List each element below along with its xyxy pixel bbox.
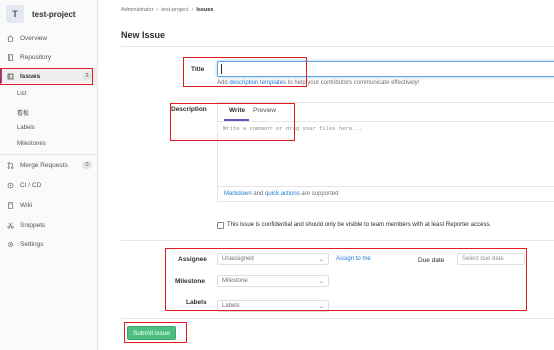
title-input[interactable] (217, 61, 554, 77)
breadcrumb-item-issues[interactable]: Issues (196, 7, 213, 13)
sidebar-item-merge-requests[interactable]: Merge Requests 0 (0, 158, 98, 172)
project-name: test-project (32, 9, 76, 19)
sidebar-item-ci-cd[interactable]: CI / CD (0, 178, 98, 192)
sidebar-item-issues[interactable]: Issues 2 (0, 69, 98, 83)
home-icon (5, 34, 15, 42)
sidebar: T test-project Overview Repository Issue… (0, 0, 98, 350)
chevron-down-icon: ⌄ (318, 304, 324, 310)
milestone-label: Milestone (175, 278, 205, 285)
assignee-dropdown[interactable]: Unassigned ⌄ (217, 253, 329, 265)
markdown-link[interactable]: Markdown (224, 191, 252, 197)
sidebar-subitem-milestones[interactable]: Milestones (17, 141, 46, 147)
editor-footer-divider (217, 186, 554, 187)
assignee-value: Unassigned (222, 256, 254, 262)
book-icon (5, 53, 15, 61)
confidential-label: This issue is confidential and should on… (227, 222, 492, 228)
description-textarea[interactable]: Write a comment or drag your files here.… (223, 126, 362, 132)
submit-issue-button[interactable]: Submit issue (127, 326, 176, 340)
sidebar-item-snippets[interactable]: Snippets (0, 218, 98, 232)
chevron-right-icon: › (156, 7, 159, 13)
book-open-icon (5, 201, 15, 209)
title-label: Title (191, 66, 205, 73)
merge-requests-count-badge: 0 (82, 161, 92, 169)
tab-preview[interactable]: Preview (253, 107, 276, 114)
description-templates-link[interactable]: description templates (229, 80, 286, 86)
labels-value: Labels (222, 303, 240, 309)
help-prefix: Add (217, 80, 230, 86)
due-date-label: Due date (418, 257, 445, 264)
milestone-value: Milestone (222, 278, 248, 284)
confidential-checkbox[interactable] (217, 222, 224, 229)
sidebar-item-repository[interactable]: Repository (0, 50, 98, 64)
sidebar-subitem-list[interactable]: List (17, 91, 26, 97)
assignee-label: Assignee (178, 256, 207, 263)
and-text: and (251, 191, 266, 197)
chevron-right-icon: › (191, 7, 194, 13)
quick-actions-link[interactable]: quick actions (265, 191, 300, 197)
scissors-icon (5, 222, 15, 229)
description-editor (217, 102, 554, 202)
sidebar-item-settings[interactable]: Settings (0, 237, 98, 251)
breadcrumb: Administrator › test-project › Issues (121, 7, 213, 13)
sidebar-item-overview[interactable]: Overview (0, 31, 98, 45)
sidebar-divider (0, 154, 98, 155)
labels-label: Labels (186, 299, 207, 306)
sidebar-item-label: Repository (20, 53, 52, 61)
issues-icon (5, 73, 15, 80)
sidebar-subitem-labels[interactable]: Labels (17, 125, 35, 131)
editor-tabs-divider (217, 121, 554, 122)
chevron-down-icon: ⌄ (318, 279, 324, 285)
sidebar-item-label: Snippets (20, 221, 46, 229)
sidebar-item-label: Issues (20, 72, 41, 80)
supported-text: are supported (299, 191, 339, 197)
page-title: New Issue (121, 30, 166, 40)
due-date-input[interactable]: Select due date (457, 253, 525, 265)
project-header[interactable]: T test-project (6, 5, 76, 23)
sidebar-item-label: Overview (20, 34, 48, 42)
breadcrumb-item-administrator[interactable]: Administrator (121, 7, 153, 13)
sidebar-item-wiki[interactable]: Wiki (0, 198, 98, 212)
rocket-icon (5, 182, 15, 189)
section-divider (121, 240, 554, 241)
avatar: T (6, 5, 24, 23)
sidebar-item-label: Merge Requests (20, 161, 68, 169)
footer-divider (121, 318, 554, 319)
sidebar-item-label: CI / CD (20, 181, 42, 189)
sidebar-item-label: Settings (20, 240, 44, 248)
assign-to-me-link[interactable]: Assign to me (336, 256, 371, 262)
labels-dropdown[interactable]: Labels ⌄ (217, 300, 329, 312)
markdown-note: Markdown and quick actions are supported (224, 191, 338, 197)
merge-request-icon (5, 161, 15, 169)
breadcrumb-item-project[interactable]: test-project (161, 7, 188, 13)
help-suffix: to help your contributors communicate ef… (286, 80, 420, 86)
tab-write[interactable]: Write (229, 107, 245, 114)
text-caret (221, 64, 222, 74)
milestone-dropdown[interactable]: Milestone ⌄ (217, 275, 329, 287)
sidebar-subitem-board[interactable]: 看板 (17, 108, 29, 117)
chevron-down-icon: ⌄ (318, 257, 324, 263)
description-label: Description (171, 106, 207, 113)
gear-icon (5, 241, 15, 248)
description-templates-help: Add description templates to help your c… (217, 80, 419, 86)
sidebar-item-label: Wiki (20, 201, 33, 209)
issues-count-badge: 2 (82, 72, 92, 80)
title-divider (121, 46, 554, 47)
